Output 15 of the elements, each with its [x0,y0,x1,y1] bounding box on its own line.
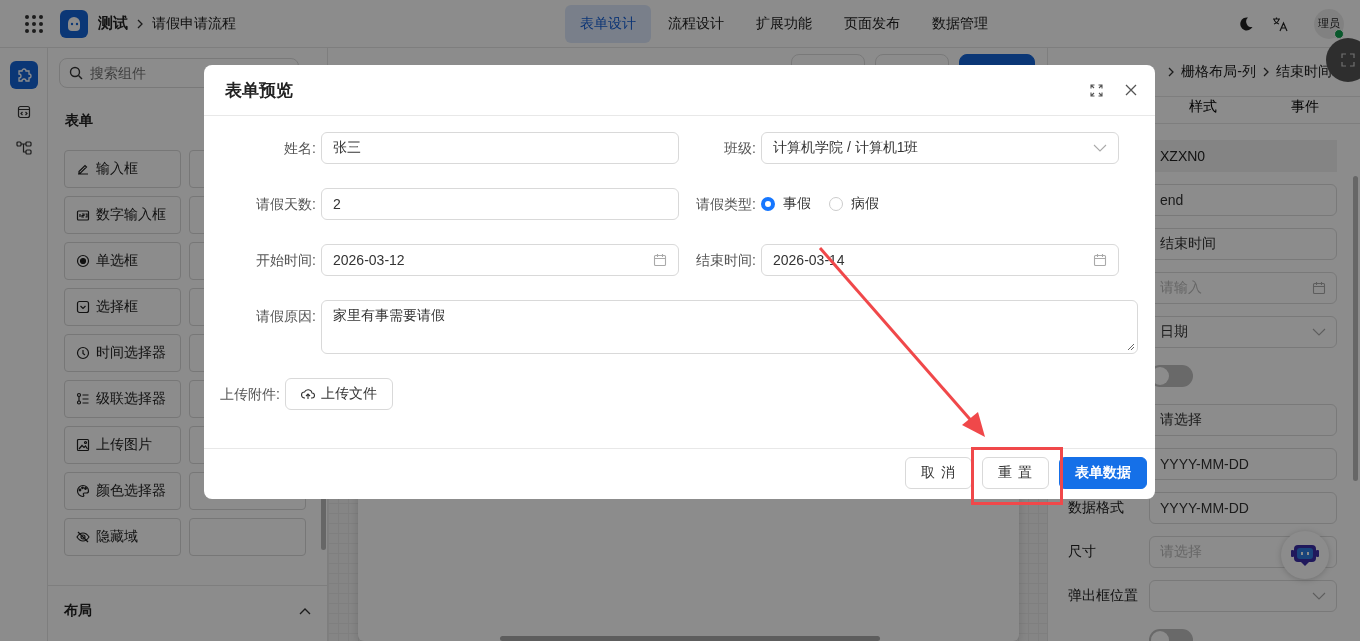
property-label: 尺寸 [1068,543,1097,561]
field-label: 请假类型: [696,195,756,214]
field-label: 班级: [724,139,756,158]
field-label: 开始时间: [256,251,316,270]
field-label: 请假原因: [256,307,316,326]
section-title: 表单 [65,112,94,130]
property-label: 数据格式 [1068,499,1125,517]
field-label: 请假天数: [256,195,316,214]
app-name: 测试 [98,14,128,33]
avatar-text: 理员 [1318,16,1340,31]
field-label: 姓名: [284,139,316,158]
property-label: 弹出框位置 [1068,587,1139,605]
field-label: 上传附件: [220,385,280,404]
section-title: 布局 [64,602,92,620]
field-label: 结束时间: [696,251,756,270]
